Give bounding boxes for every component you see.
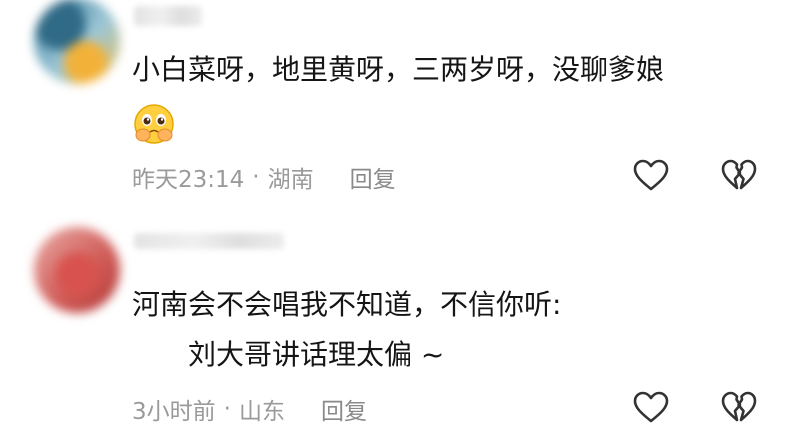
username-blurred[interactable] (134, 233, 284, 249)
avatar[interactable] (34, 0, 120, 84)
meta-separator: · (223, 396, 231, 422)
comment-text: 河南会不会唱我不知道，不信你听: (132, 288, 562, 321)
meta-separator: · (252, 164, 260, 190)
broken-heart-icon[interactable] (720, 158, 758, 192)
comment-time: 昨天23:14 (132, 167, 245, 193)
comment-location: 山东 (238, 399, 285, 425)
comment-meta: 昨天23:14 · 湖南 回复 (132, 160, 396, 194)
avatar[interactable] (34, 227, 120, 313)
heart-icon[interactable] (632, 158, 670, 192)
comment-item: 河南会不会唱我不知道，不信你听: 刘大哥讲话理太偏 ~ 3小时前 · 山东 回复 (0, 215, 800, 438)
comment-meta: 3小时前 · 山东 回复 (132, 392, 367, 426)
comment-text: 小白菜呀，地里黄呀，三两岁呀，没聊爹娘 (132, 53, 665, 86)
username-blurred[interactable] (134, 6, 202, 26)
reply-button[interactable]: 回复 (321, 392, 367, 426)
comment-time: 3小时前 (132, 399, 216, 425)
pleading-face-hands-icon (134, 104, 174, 144)
broken-heart-icon[interactable] (720, 390, 758, 424)
comment-location: 湖南 (267, 167, 314, 193)
heart-icon[interactable] (632, 390, 670, 424)
comment-text-line2: 刘大哥讲话理太偏 ~ (188, 338, 445, 371)
reply-button[interactable]: 回复 (350, 160, 396, 194)
comment-item: 小白菜呀，地里黄呀，三两岁呀，没聊爹娘 昨天23:14 · 湖南 回复 (0, 0, 800, 215)
